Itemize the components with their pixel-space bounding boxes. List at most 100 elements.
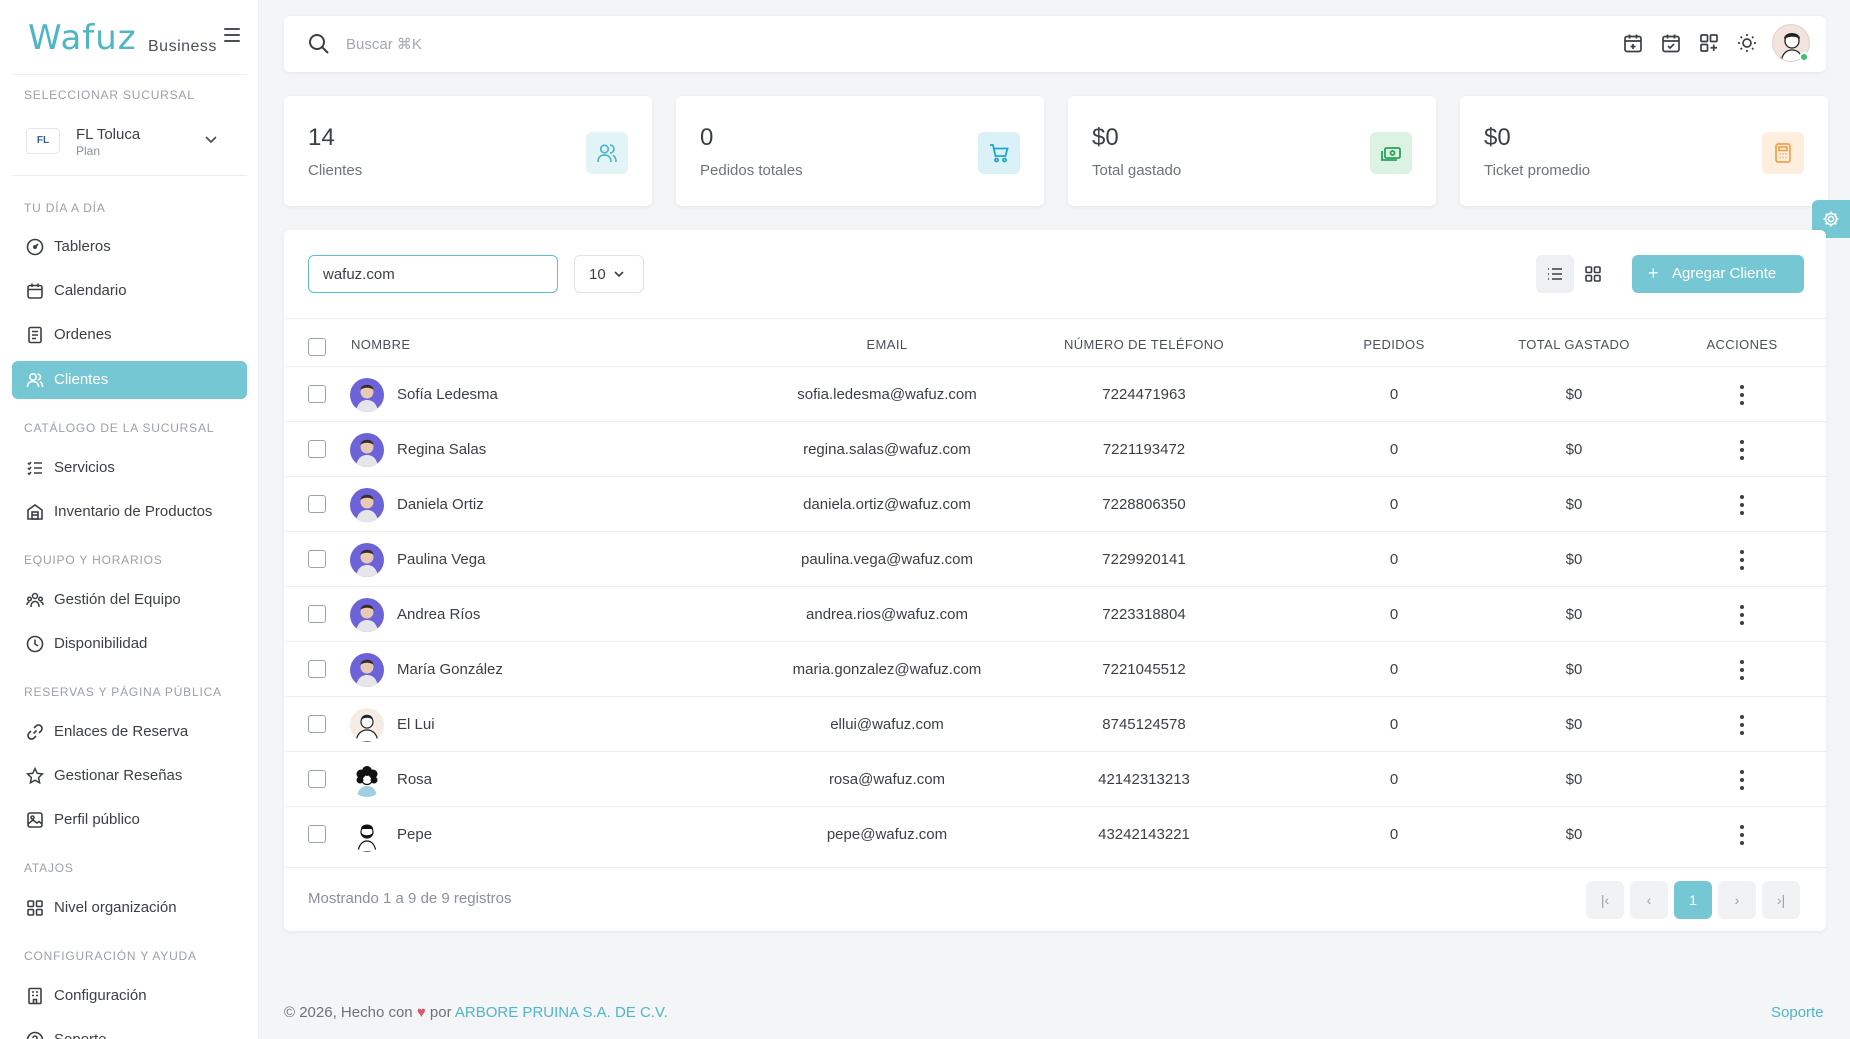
row-checkbox[interactable] <box>308 825 326 843</box>
client-name[interactable]: María González <box>397 661 503 678</box>
row-checkbox[interactable] <box>308 605 326 623</box>
table-row[interactable]: Daniela Ortiz daniela.ortiz@wafuz.com 7228… <box>284 476 1826 531</box>
column-header-email[interactable]: EMAIL <box>787 337 987 352</box>
sidebar-item-inventario[interactable]: Inventario de Productos <box>12 493 247 531</box>
client-spent: $0 <box>1565 386 1583 403</box>
row-actions-menu-icon[interactable] <box>1730 711 1754 739</box>
sun-icon[interactable] <box>1736 32 1760 56</box>
client-phone: 7228806350 <box>1102 496 1186 513</box>
client-phone: 7224471963 <box>1102 386 1186 403</box>
table-row[interactable]: Pepe pepe@wafuz.com 43242143221 0 $0 <box>284 806 1826 861</box>
client-phone: 7221193472 <box>1102 441 1186 458</box>
client-name[interactable]: Paulina Vega <box>397 551 485 568</box>
column-header-spent[interactable]: TOTAL GASTADO <box>1484 337 1664 352</box>
list-view-toggle[interactable] <box>1536 255 1574 293</box>
stat-card-spent: $0 Total gastado <box>1068 96 1436 206</box>
column-header-orders[interactable]: PEDIDOS <box>1324 337 1464 352</box>
divider <box>12 175 247 176</box>
client-name[interactable]: Rosa <box>397 771 432 788</box>
add-client-button[interactable]: + Agregar Cliente <box>1632 255 1804 293</box>
row-actions-menu-icon[interactable] <box>1730 491 1754 519</box>
sidebar-item-tableros[interactable]: Tableros <box>12 228 247 266</box>
company-link[interactable]: ARBORE PRUINA S.A. DE C.V. <box>455 1004 668 1021</box>
client-orders: 0 <box>1389 716 1399 733</box>
client-name[interactable]: Regina Salas <box>397 441 486 458</box>
sidebar-item-equipo[interactable]: Gestión del Equipo <box>12 581 247 619</box>
row-actions-menu-icon[interactable] <box>1730 766 1754 794</box>
calendar-check-icon[interactable] <box>1660 32 1684 56</box>
table-row[interactable]: El Lui ellui@wafuz.com 8745124578 0 $0 <box>284 696 1826 751</box>
sidebar-item-nivel[interactable]: Nivel organización <box>12 889 247 927</box>
sidebar-item-calendario[interactable]: Calendario <box>12 272 247 310</box>
section-title-config: CONFIGURACIÓN Y AYUDA <box>24 949 197 963</box>
sidebar-item-servicios[interactable]: Servicios <box>12 449 247 487</box>
select-all-checkbox[interactable] <box>308 338 326 356</box>
apps-icon[interactable] <box>1698 32 1722 56</box>
row-actions-menu-icon[interactable] <box>1730 436 1754 464</box>
stat-value: $0 <box>1484 124 1511 151</box>
sidebar-item-label: Inventario de Productos <box>54 503 213 520</box>
stat-label: Ticket promedio <box>1484 162 1591 179</box>
stat-label: Total gastado <box>1092 162 1182 179</box>
calculator-icon <box>1762 132 1804 174</box>
users-icon <box>586 132 628 174</box>
sidebar-item-resenas[interactable]: Gestionar Reseñas <box>12 757 247 795</box>
table-row[interactable]: Regina Salas regina.salas@wafuz.com 722119… <box>284 421 1826 476</box>
table-row[interactable]: Paulina Vega paulina.vega@wafuz.com 722992… <box>284 531 1826 586</box>
row-checkbox[interactable] <box>308 770 326 788</box>
page-size-select[interactable]: 10 <box>574 255 644 293</box>
client-orders: 0 <box>1389 661 1399 678</box>
sidebar-item-clientes[interactable]: Clientes <box>12 361 247 399</box>
row-checkbox[interactable] <box>308 550 326 568</box>
branch-selector[interactable]: FL FL Toluca Plan <box>26 120 226 164</box>
sidebar-item-soporte[interactable]: Soporte <box>12 1021 247 1039</box>
sidebar-item-enlaces[interactable]: Enlaces de Reserva <box>12 713 247 751</box>
support-link[interactable]: Soporte <box>1771 1004 1824 1021</box>
client-name[interactable]: Andrea Ríos <box>397 606 480 623</box>
client-name[interactable]: Sofía Ledesma <box>397 386 498 403</box>
row-actions-menu-icon[interactable] <box>1730 601 1754 629</box>
pagination-last-button[interactable]: ›| <box>1762 881 1800 919</box>
grid-view-toggle[interactable] <box>1574 255 1612 293</box>
table-row[interactable]: Sofía Ledesma sofia.ledesma@wafuz.com 7224… <box>284 366 1826 421</box>
sidebar-item-perfil[interactable]: Perfil público <box>12 801 247 839</box>
row-checkbox[interactable] <box>308 660 326 678</box>
search-icon[interactable] <box>308 33 330 55</box>
pagination-first-button[interactable]: |‹ <box>1586 881 1624 919</box>
row-actions-menu-icon[interactable] <box>1730 821 1754 849</box>
row-checkbox[interactable] <box>308 495 326 513</box>
pagination-page-1[interactable]: 1 <box>1674 881 1712 919</box>
client-email: paulina.vega@wafuz.com <box>801 551 973 568</box>
sidebar-item-label: Ordenes <box>54 326 112 343</box>
sidebar-item-disponibilidad[interactable]: Disponibilidad <box>12 625 247 663</box>
row-actions-menu-icon[interactable] <box>1730 656 1754 684</box>
menu-toggle-icon[interactable] <box>224 28 240 42</box>
stat-label: Clientes <box>308 162 363 179</box>
row-checkbox[interactable] <box>308 385 326 403</box>
section-title-shortcuts: ATAJOS <box>24 861 74 875</box>
row-checkbox[interactable] <box>308 440 326 458</box>
sidebar-item-ordenes[interactable]: Ordenes <box>12 316 247 354</box>
table-row[interactable]: Andrea Ríos andrea.rios@wafuz.com 72233188… <box>284 586 1826 641</box>
client-name[interactable]: Daniela Ortiz <box>397 496 484 513</box>
column-header-name[interactable]: NOMBRE <box>351 337 410 352</box>
client-email: daniela.ortiz@wafuz.com <box>803 496 971 513</box>
client-avatar <box>350 433 384 467</box>
table-row[interactable]: Rosa rosa@wafuz.com 42142313213 0 $0 <box>284 751 1826 806</box>
client-name[interactable]: Pepe <box>397 826 432 843</box>
receipt-icon <box>26 326 44 344</box>
row-actions-menu-icon[interactable] <box>1730 546 1754 574</box>
client-filter-input[interactable] <box>308 255 558 293</box>
sidebar-item-configuracion[interactable]: Configuración <box>12 977 247 1015</box>
column-header-phone[interactable]: NÚMERO DE TELÉFONO <box>1024 337 1264 352</box>
table-row[interactable]: María González maria.gonzalez@wafuz.com 72… <box>284 641 1826 696</box>
client-spent: $0 <box>1565 551 1583 568</box>
row-actions-menu-icon[interactable] <box>1730 381 1754 409</box>
brand-logo[interactable]: Wafuz <box>28 18 137 58</box>
row-checkbox[interactable] <box>308 715 326 733</box>
pagination-prev-button[interactable]: ‹ <box>1630 881 1668 919</box>
calendar-add-icon[interactable] <box>1622 32 1646 56</box>
client-name[interactable]: El Lui <box>397 716 435 733</box>
search-input[interactable] <box>346 30 746 58</box>
pagination-next-button[interactable]: › <box>1718 881 1756 919</box>
